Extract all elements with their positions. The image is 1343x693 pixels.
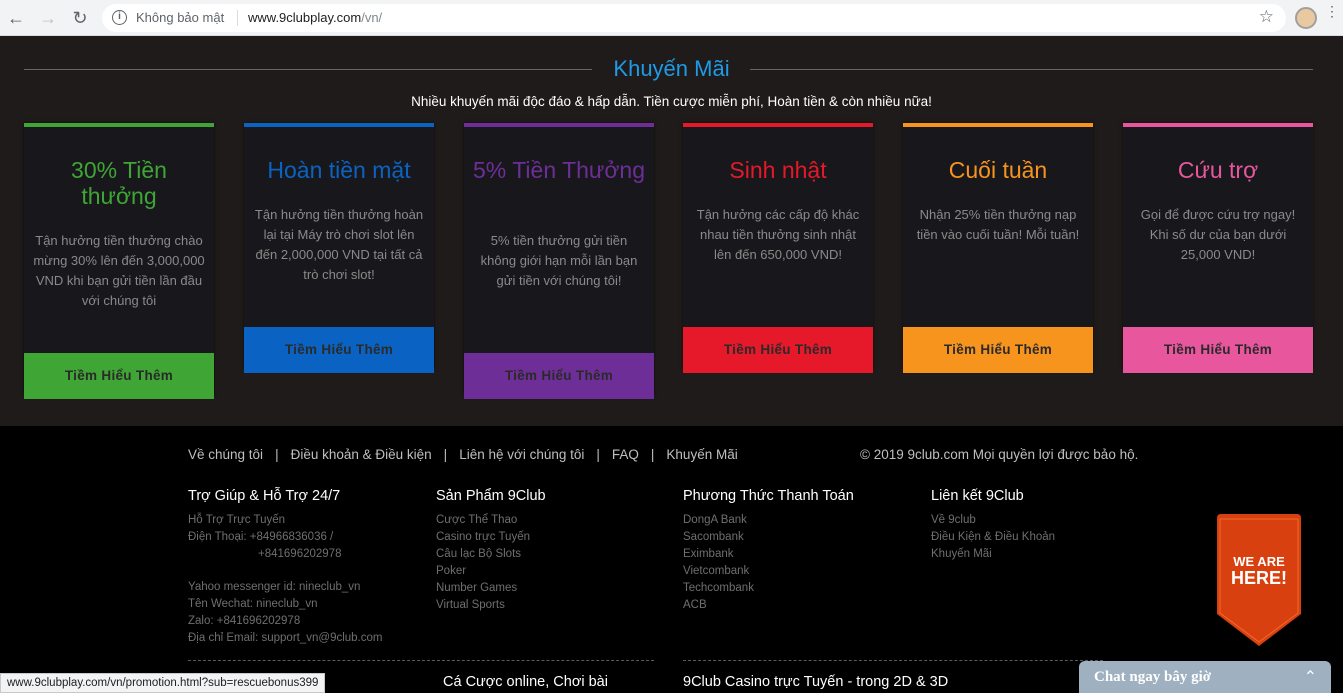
status-url-bar: www.9clubplay.com/vn/promotion.html?sub=… (0, 673, 326, 693)
chat-widget[interactable]: Chat ngay bây giờ ⌃ (1079, 661, 1331, 693)
promo-card-title: 30% Tiền thưởng (71, 157, 167, 209)
affiliate-link[interactable]: Điều Kiện & Điều Khoản (931, 529, 1055, 546)
support-item[interactable]: Hỗ Trợ Trực Tuyến (188, 512, 382, 529)
footer-link-promotions[interactable]: Khuyến Mãi (666, 447, 737, 462)
site-footer: Về chúng tôi | Điều khoản & Điều kiện | Liên… (0, 426, 1343, 693)
badge-line2: HERE! (1230, 568, 1287, 588)
support-item: Địa chỉ Email: support_vn@9club.com (188, 632, 383, 644)
footer-links: Về chúng tôi | Điều khoản & Điều kiện | Liên… (188, 447, 738, 462)
promo-card-title: Cuối tuần (948, 157, 1048, 183)
url-path: /vn/ (361, 10, 383, 25)
copyright: © 2019 9club.com Mọi quyền lợi được bảo … (860, 447, 1139, 462)
products-column: Sản Phẩm 9Club Cược Thể Thao Casino trực… (436, 488, 546, 614)
security-label[interactable]: Không bảo mật (136, 10, 224, 25)
divider-dashed-left (188, 660, 654, 661)
support-item: Điện Thoại: +84966836036 / (188, 531, 334, 543)
product-link[interactable]: Number Games (436, 580, 546, 597)
url-text[interactable]: www.9clubplay.com/vn/ (248, 10, 382, 25)
bookmark-star-icon[interactable]: ☆ (1259, 7, 1274, 27)
promo-card-description: Tận hưởng các cấp độ khác nhau tiền thưở… (696, 207, 860, 262)
support-item: Yahoo messenger id: nineclub_vn (188, 581, 361, 593)
separator: | (443, 447, 448, 462)
divider (237, 10, 238, 26)
support-item: Zalo: +841696202978 (188, 615, 301, 627)
footer-link-terms[interactable]: Điều khoản & Điều kiện (291, 447, 432, 462)
product-link[interactable]: Casino trực Tuyến (436, 529, 546, 546)
footer-link-faq[interactable]: FAQ (612, 447, 639, 462)
affiliates-column: Liên kết 9Club Về 9club Điều Kiện & Điều… (931, 488, 1055, 563)
promo-card-description: Tận hưởng tiền thưởng hoàn lại tại Máy t… (254, 207, 424, 282)
promo-card-title: Cứu trợ (1177, 157, 1259, 183)
promo-card-description: Nhận 25% tiền thưởng nạp tiền vào cuối t… (916, 207, 1080, 242)
support-column: Trợ Giúp & Hỗ Trợ 24/7 Hỗ Trợ Trực Tuyến… (188, 488, 382, 647)
promo-card-description: 5% tiền thưởng gửi tiền không giới hạn m… (480, 233, 638, 288)
support-item: +841696202978 (258, 548, 342, 560)
browser-toolbar: ← → ↻ i Không bảo mật www.9clubplay.com/… (0, 0, 1343, 36)
footer-section-title: 9Club Casino trực Tuyến - trong 2D & 3D (683, 674, 949, 690)
product-link[interactable]: Cược Thể Thao (436, 512, 546, 529)
footer-link-contact[interactable]: Liên hệ với chúng tôi (459, 447, 584, 462)
info-icon[interactable]: i (112, 10, 127, 25)
separator: | (596, 447, 600, 462)
url-host: www.9clubplay.com (248, 10, 362, 25)
chat-label[interactable]: Chat ngay bây giờ (1094, 669, 1211, 686)
promo-card: Cuối tuần Nhận 25% tiền thưởng nạp tiền v… (903, 123, 1093, 373)
promo-card: Cứu trợ Gọi để được cứu trợ ngay! Khi số … (1123, 123, 1313, 373)
product-link[interactable]: Câu lạc Bộ Slots (436, 546, 546, 563)
payments-heading: Phương Thức Thanh Toán (683, 488, 854, 504)
payment-link[interactable]: DongA Bank (683, 512, 854, 529)
affiliates-heading: Liên kết 9Club (931, 488, 1024, 504)
promotions-section: Khuyến Mãi Nhiều khuyến mãi độc đáo & hấ… (0, 36, 1343, 426)
promo-card: Hoàn tiền mặt Tận hưởng tiền thưởng hoàn … (244, 123, 434, 373)
promo-card: 30% Tiền thưởng Tận hưởng tiền thưởng chà… (24, 123, 214, 399)
learn-more-button[interactable]: Tiềm Hiểu Thêm (244, 327, 434, 373)
support-heading: Trợ Giúp & Hỗ Trợ 24/7 (188, 488, 341, 504)
learn-more-button[interactable]: Tiềm Hiểu Thêm (24, 353, 214, 399)
product-link[interactable]: Poker (436, 563, 546, 580)
promotions-title: Khuyến Mãi (613, 56, 730, 81)
profile-avatar[interactable] (1295, 7, 1317, 29)
forward-icon[interactable]: → (36, 6, 60, 30)
back-icon[interactable]: ← (4, 6, 28, 30)
promo-card-description: Gọi để được cứu trợ ngay! Khi số dư của … (1140, 207, 1296, 262)
promo-card-title: 5% Tiền Thưởng (473, 157, 645, 183)
payment-link[interactable]: Techcombank (683, 580, 854, 597)
affiliate-link[interactable]: Khuyến Mãi (931, 546, 1055, 563)
separator: | (275, 447, 279, 462)
address-bar[interactable]: i Không bảo mật www.9clubplay.com/vn/ ☆ (102, 4, 1286, 32)
reload-icon[interactable]: ↻ (68, 6, 92, 30)
products-heading: Sản Phẩm 9Club (436, 488, 546, 504)
product-link[interactable]: Virtual Sports (436, 597, 546, 614)
support-item: Tên Wechat: nineclub_vn (188, 598, 318, 610)
promotions-subtitle: Nhiều khuyến mãi độc đáo & hấp dẫn. Tiền… (411, 94, 932, 109)
learn-more-button[interactable]: Tiềm Hiểu Thêm (464, 353, 654, 399)
footer-link-about[interactable]: Về chúng tôi (188, 447, 263, 462)
badge-text: WE ARE HERE! (1217, 554, 1301, 588)
menu-kebab-icon[interactable]: ⋮ (1325, 4, 1339, 18)
chevron-up-icon[interactable]: ⌃ (1304, 667, 1317, 687)
promo-card: Sinh nhật Tận hưởng các cấp độ khác nhau … (683, 123, 873, 373)
learn-more-button[interactable]: Tiềm Hiểu Thêm (1123, 327, 1313, 373)
payment-link[interactable]: Vietcombank (683, 563, 854, 580)
promo-card-title: Hoàn tiền mặt (267, 157, 411, 183)
divider-dashed-right (683, 660, 1103, 661)
separator: | (650, 447, 655, 462)
payment-link[interactable]: Sacombank (683, 529, 854, 546)
we-are-here-badge[interactable]: WE ARE HERE! (1217, 514, 1301, 646)
promo-card-title: Sinh nhật (729, 157, 827, 183)
learn-more-button[interactable]: Tiềm Hiểu Thêm (903, 327, 1093, 373)
affiliate-link[interactable]: Về 9club (931, 512, 1055, 529)
promo-card-description: Tận hưởng tiền thưởng chào mừng 30% lên … (33, 233, 205, 308)
payment-link[interactable]: ACB (683, 597, 854, 614)
learn-more-button[interactable]: Tiềm Hiểu Thêm (683, 327, 873, 373)
payment-link[interactable]: Eximbank (683, 546, 854, 563)
payments-column: Phương Thức Thanh Toán DongA Bank Sacomb… (683, 488, 854, 614)
promo-card: 5% Tiền Thưởng 5% tiền thưởng gửi tiền kh… (464, 123, 654, 399)
footer-section-title: Cá Cược online, Chơi bài (443, 674, 608, 690)
